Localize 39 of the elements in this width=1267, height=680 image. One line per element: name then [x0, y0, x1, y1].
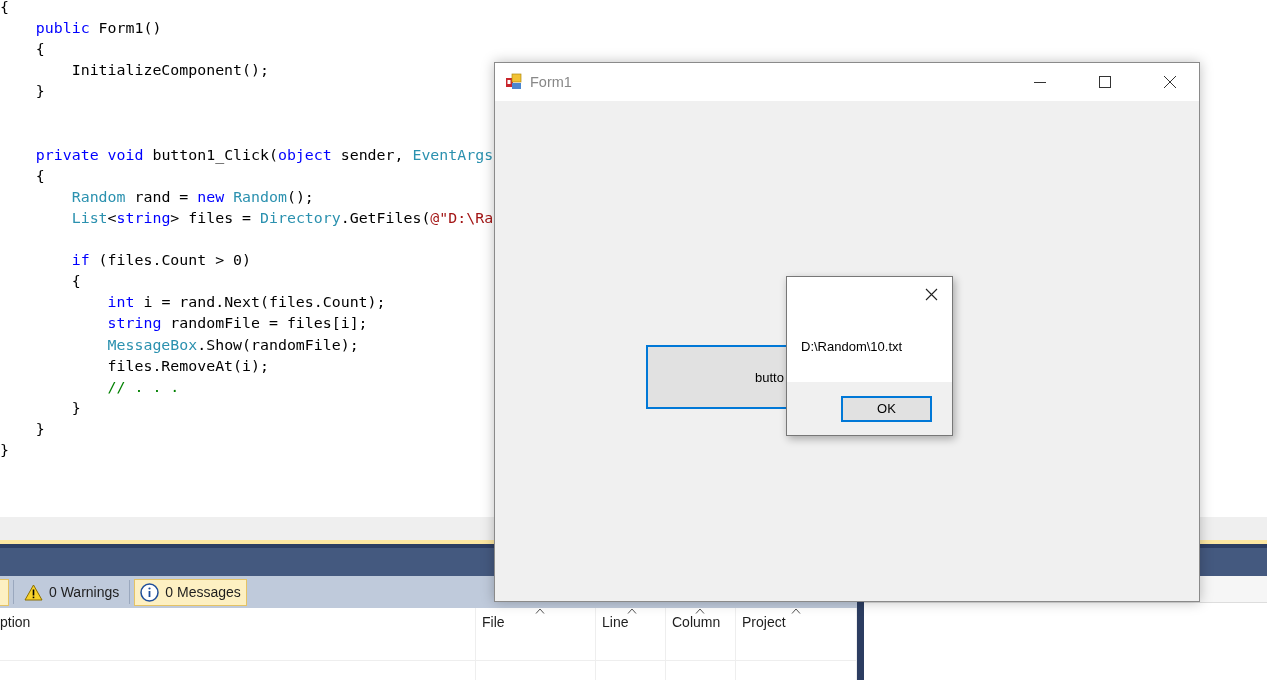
- code-line: if (files.Count > 0): [70, 250, 252, 272]
- filter-button[interactable]: 0 Messages: [134, 578, 247, 606]
- code-line: string randomFile = files[i];: [106, 313, 368, 335]
- column-header[interactable]: ption: [0, 614, 31, 630]
- code-line: List<string> files = Directory.GetFiles(@"D:\Ra: [70, 207, 494, 229]
- sort-caret-icon: [535, 608, 545, 614]
- column-header[interactable]: File: [482, 614, 505, 630]
- code-line: files.RemoveAt(i);: [106, 355, 269, 377]
- filter-button[interactable]: 0 Warnings: [18, 578, 126, 606]
- maximize-icon: [1099, 76, 1111, 88]
- code-line: }: [34, 418, 45, 440]
- info-icon: [140, 582, 160, 602]
- sort-caret-icon: [627, 608, 637, 614]
- column-header[interactable]: Project: [742, 614, 786, 630]
- code-line: {: [34, 39, 45, 61]
- code-line: private void button1_Click(object sender, EventArgs: [34, 144, 494, 166]
- code-line: int i = rand.Next(files.Count);: [106, 292, 386, 314]
- code-line: MessageBox.Show(randomFile);: [106, 334, 359, 356]
- warning-icon: [24, 583, 43, 601]
- code-line: // . . .: [106, 376, 180, 398]
- window-title: Form1: [530, 74, 572, 90]
- code-line: InitializeComponent();: [70, 60, 269, 82]
- ok-button[interactable]: OK: [841, 395, 932, 422]
- sort-caret-icon: [791, 608, 801, 614]
- sort-caret-icon: [695, 608, 705, 614]
- code-line: {: [70, 271, 81, 293]
- close-icon: [924, 287, 938, 301]
- column-header[interactable]: Line: [602, 614, 629, 630]
- code-line: {: [0, 0, 9, 18]
- code-line: }: [0, 439, 9, 461]
- code-line: {: [34, 165, 45, 187]
- code-line: Random rand = new Random();: [70, 186, 314, 208]
- app-icon: [505, 73, 523, 91]
- code-line: }: [70, 397, 81, 419]
- close-icon: [1163, 75, 1177, 89]
- code-line: }: [34, 81, 45, 103]
- column-header[interactable]: Column: [672, 614, 721, 630]
- filter-button[interactable]: [0, 578, 9, 606]
- code-line: public Form1(): [34, 18, 162, 40]
